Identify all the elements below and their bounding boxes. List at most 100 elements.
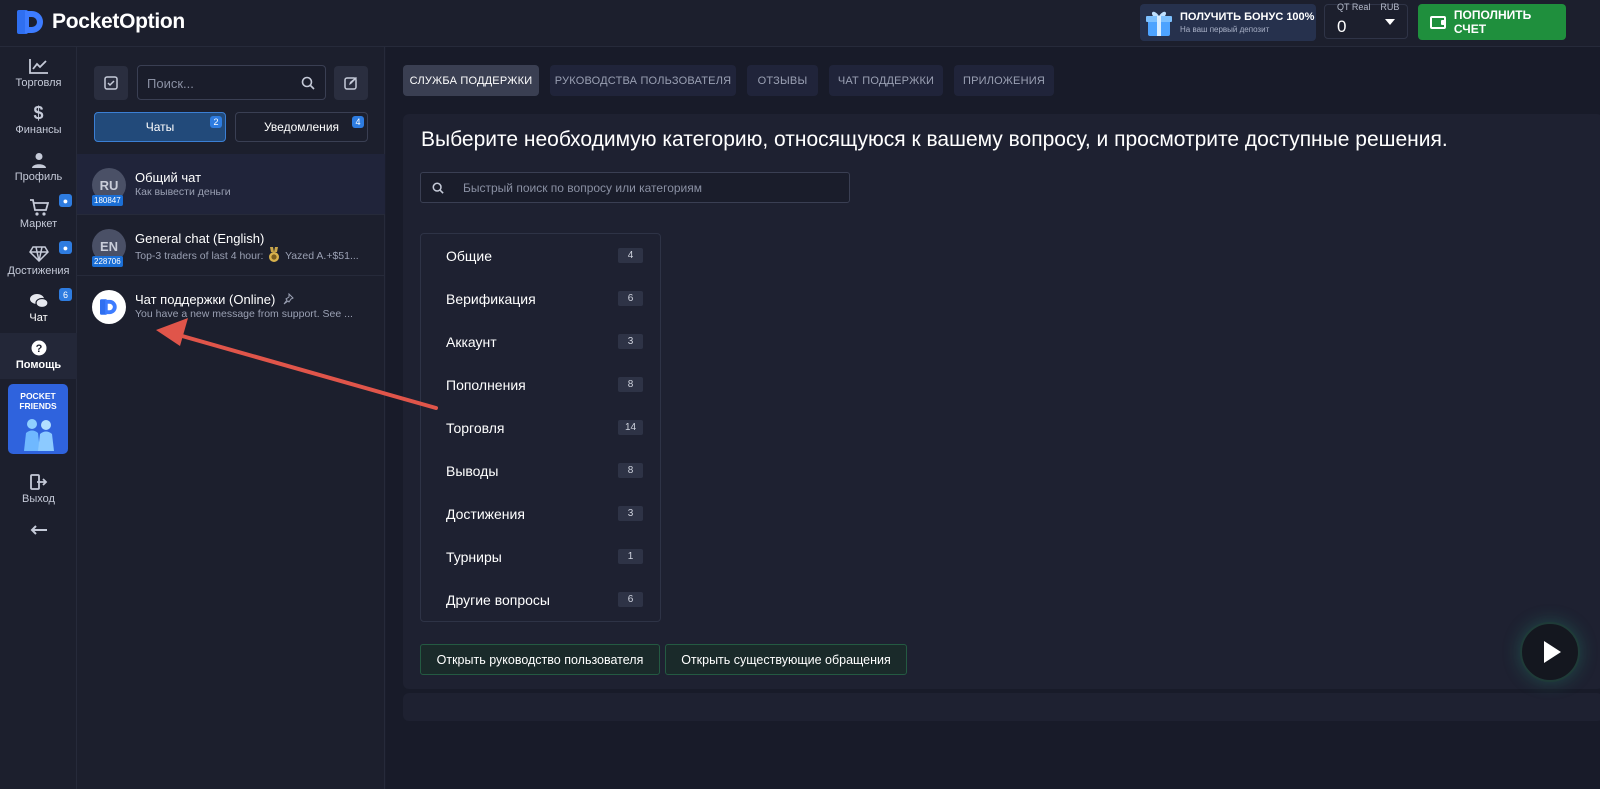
chat-subtitle-leader: Yazed A.+$51...	[285, 250, 359, 262]
bonus-banner[interactable]: ПОЛУЧИТЬ БОНУС 100% На ваш первый депози…	[1140, 4, 1316, 41]
chat-item-general-en[interactable]: EN 228706 General chat (English) Top-3 t…	[77, 215, 385, 276]
search-icon	[432, 182, 444, 194]
help-icon: ?	[31, 340, 46, 356]
tab-apps[interactable]: ПРИЛОЖЕНИЯ	[954, 65, 1054, 96]
pocket-friends-banner[interactable]: POCKET FRIENDS	[8, 384, 68, 454]
nav-item-chat[interactable]: Чат 6	[0, 286, 77, 332]
member-count: 180847	[92, 195, 123, 206]
chat-subtitle: Top-3 traders of last 4 hour:	[135, 250, 264, 262]
medal-icon	[269, 247, 280, 262]
bell-icon: ●	[59, 241, 72, 254]
logo[interactable]: PocketOption	[16, 8, 185, 36]
account-currency: RUB	[1380, 2, 1400, 12]
nav-label: Финансы	[15, 124, 62, 136]
category-item[interactable]: Выводы 8	[421, 449, 660, 492]
nav-label: Профиль	[14, 171, 63, 183]
tab-user-guides[interactable]: РУКОВОДСТВА ПОЛЬЗОВАТЕЛЯ	[550, 65, 736, 96]
tab-notifications-label: Уведомления	[263, 120, 340, 134]
account-balance: 0	[1337, 17, 1347, 36]
tab-support-chat[interactable]: ЧАТ ПОДДЕРЖКИ	[829, 65, 943, 96]
category-item[interactable]: Торговля 14	[421, 406, 660, 449]
account-type: QT Real	[1337, 2, 1371, 12]
chat-item-general-ru[interactable]: RU 180847 Общий чат Как вывести деньги	[77, 154, 385, 215]
support-card: Выберите необходимую категорию, относящу…	[403, 114, 1600, 689]
nav-label: Маркет	[19, 218, 58, 230]
category-item[interactable]: Верификация 6	[421, 277, 660, 320]
chat-panel: Поиск... Чаты 2 Уведомления 4 RU 180847 …	[77, 47, 385, 789]
deposit-label: ПОПОЛНИТЬ СЧЕТ	[1453, 8, 1532, 36]
wallet-icon	[1430, 15, 1446, 29]
nav-item-finance[interactable]: $ Финансы	[0, 98, 77, 144]
nav-label: Выход	[22, 493, 55, 505]
checkbox-icon	[104, 76, 118, 90]
top-bar: PocketOption ПОЛУЧИТЬ БОНУС 100% На ваш …	[0, 0, 1600, 47]
bell-icon: ●	[59, 194, 72, 207]
open-tickets-button[interactable]: Открыть существующие обращения	[665, 644, 907, 675]
quick-search-input[interactable]: Быстрый поиск по вопросу или категориям	[420, 172, 850, 203]
deposit-button[interactable]: ПОПОЛНИТЬ СЧЕТ	[1418, 4, 1566, 40]
nav-label: Достижения	[7, 265, 70, 277]
logout-button[interactable]: Выход	[0, 467, 77, 513]
chat-title: Общий чат	[135, 170, 202, 185]
category-list: Общие 4 Верификация 6 Аккаунт 3 Пополнения 8…	[420, 233, 661, 622]
edit-icon	[344, 77, 357, 90]
friends-illustration-icon	[24, 419, 54, 451]
bonus-title: ПОЛУЧИТЬ БОНУС 100%	[1180, 11, 1315, 23]
friends-line2: FRIENDS	[19, 401, 57, 411]
category-item[interactable]: Аккаунт 3	[421, 320, 660, 363]
svg-text:?: ?	[35, 343, 42, 355]
chart-line-icon	[28, 59, 48, 74]
new-message-button[interactable]	[334, 66, 368, 100]
friends-line1: POCKET	[20, 391, 56, 401]
tab-chats-label: Чаты	[145, 120, 175, 134]
nav-item-market[interactable]: Маркет ●	[0, 192, 77, 238]
category-item[interactable]: Другие вопросы 6	[421, 578, 660, 621]
chat-title: General chat (English)	[135, 231, 265, 246]
category-item[interactable]: Турниры 1	[421, 535, 660, 578]
tab-reviews[interactable]: ОТЗЫВЫ	[747, 65, 818, 96]
chat-subtitle: Как вывести деньги	[135, 186, 231, 198]
nav-item-profile[interactable]: Профиль	[0, 145, 77, 191]
chat-badge: 6	[59, 288, 72, 301]
arrow-left-icon	[30, 525, 47, 535]
tab-chats[interactable]: Чаты 2	[94, 112, 226, 142]
play-icon	[1544, 641, 1561, 663]
support-avatar	[92, 290, 126, 324]
chat-search-input[interactable]: Поиск...	[137, 65, 326, 100]
quick-search-placeholder: Быстрый поиск по вопросу или категориям	[463, 181, 703, 195]
search-icon[interactable]	[301, 76, 315, 90]
left-sidebar: Торговля $ Финансы Профиль Маркет ● Дост…	[0, 47, 77, 789]
help-content: СЛУЖБА ПОДДЕРЖКИ РУКОВОДСТВА ПОЛЬЗОВАТЕЛ…	[386, 47, 1600, 789]
gift-icon	[1146, 11, 1172, 36]
chat-item-support[interactable]: Чат поддержки (Online) You have a new me…	[77, 276, 385, 337]
cart-icon	[29, 198, 49, 216]
category-item[interactable]: Общие 4	[421, 234, 660, 277]
pin-icon	[283, 292, 294, 305]
pocket-option-logo-icon	[17, 10, 43, 34]
nav-item-achievements[interactable]: Достижения ●	[0, 239, 77, 285]
account-selector[interactable]: QT Real RUB 0	[1324, 2, 1408, 39]
collapse-button[interactable]	[0, 515, 77, 539]
tab-notifications[interactable]: Уведомления 4	[235, 112, 368, 142]
caret-down-icon	[1385, 19, 1395, 25]
bonus-subtitle: На ваш первый депозит	[1180, 25, 1270, 34]
nav-label: Помощь	[15, 359, 62, 371]
category-item[interactable]: Достижения 3	[421, 492, 660, 535]
dollar-icon: $	[33, 102, 44, 123]
play-video-button[interactable]	[1520, 622, 1580, 682]
select-chats-button[interactable]	[94, 66, 128, 100]
nav-label: Чат	[29, 312, 48, 324]
support-card-footer	[403, 693, 1600, 721]
page-title: Выберите необходимую категорию, относящу…	[421, 128, 1448, 151]
tab-support-service[interactable]: СЛУЖБА ПОДДЕРЖКИ	[403, 65, 539, 96]
nav-item-trading[interactable]: Торговля	[0, 51, 77, 97]
chat-search-placeholder: Поиск...	[147, 76, 194, 91]
user-icon	[31, 153, 46, 168]
chat-icon	[29, 294, 49, 309]
chats-badge: 2	[210, 116, 222, 128]
member-count: 228706	[92, 256, 123, 267]
brand-name: PocketOption	[52, 10, 185, 33]
category-item[interactable]: Пополнения 8	[421, 363, 660, 406]
nav-item-help[interactable]: ? Помощь	[0, 333, 77, 379]
open-user-guide-button[interactable]: Открыть руководство пользователя	[420, 644, 660, 675]
